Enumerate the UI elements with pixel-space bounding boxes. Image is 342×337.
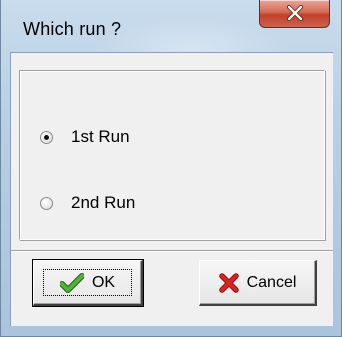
dialog-body: 1st Run 2nd Run OK Cancel <box>10 52 333 326</box>
option-2nd-run[interactable]: 2nd Run <box>40 191 135 215</box>
ok-button[interactable]: OK <box>32 259 144 307</box>
dialog-title: Which run ? <box>23 19 122 39</box>
option-1st-run[interactable]: 1st Run <box>40 125 130 149</box>
ok-label: OK <box>91 273 116 291</box>
cancel-label: Cancel <box>246 273 297 291</box>
checkmark-icon <box>59 272 84 293</box>
close-button[interactable] <box>259 0 330 28</box>
run-options-group: 1st Run 2nd Run <box>19 70 325 240</box>
red-x-icon <box>218 272 239 293</box>
title-bar[interactable]: Which run ? <box>1 0 341 52</box>
radio-2nd-run[interactable] <box>40 196 53 210</box>
dialog-window: Which run ? 1st Run 2nd Run OK Cancel <box>0 0 342 337</box>
cancel-button[interactable]: Cancel <box>199 260 317 306</box>
focus-rect <box>43 269 132 296</box>
option-label: 2nd Run <box>71 193 136 212</box>
radio-1st-run[interactable] <box>40 130 53 144</box>
option-label: 1st Run <box>71 127 130 146</box>
separator <box>11 250 333 252</box>
